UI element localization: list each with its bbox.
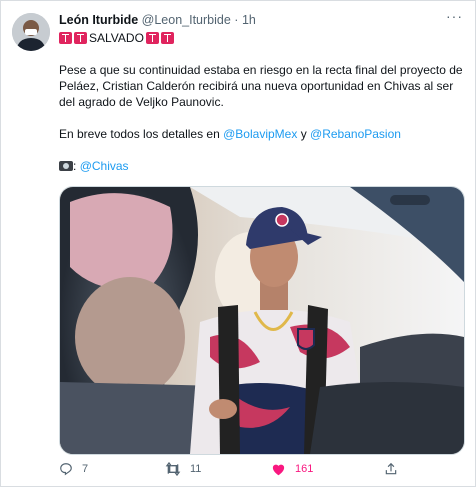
author-handle[interactable]: @Leon_Iturbide [142, 13, 231, 27]
author-avatar[interactable] [12, 13, 50, 51]
retweet-count: 11 [190, 463, 202, 475]
tweet-paragraph: Pese a que su continuidad estaba en ries… [59, 63, 463, 109]
tweet-time[interactable]: 1h [242, 13, 256, 27]
details-prefix: En breve todos los detalles en [59, 127, 220, 141]
tweet-photo[interactable] [59, 186, 465, 455]
share-button[interactable] [384, 462, 398, 476]
mention-bolavipmex[interactable]: @BolavipMex [223, 127, 297, 141]
siren-sign-icon [145, 32, 159, 44]
tweet-actions: 7 11 161 [59, 462, 409, 480]
photo-credit-line: : @Chivas [59, 158, 469, 174]
more-icon[interactable]: ··· [446, 9, 463, 23]
siren-sign-icon [59, 32, 72, 44]
camera-icon [59, 161, 73, 171]
reply-icon [60, 463, 72, 476]
retweet-button[interactable]: 11 [165, 462, 201, 476]
like-button[interactable]: 161 [271, 462, 313, 476]
retweet-icon [165, 462, 181, 476]
tweet-details-line: En breve todos los detalles en @BolavipM… [59, 126, 469, 142]
separator-dot: · [234, 13, 239, 27]
tweet-header: León Iturbide @Leon_Iturbide · 1h [59, 12, 463, 28]
player-photo [60, 187, 464, 454]
avatar-image [12, 13, 50, 51]
tweet-headline: SALVADO [59, 30, 174, 46]
share-icon [385, 462, 397, 475]
heart-icon [272, 464, 285, 476]
siren-sign-icon [160, 32, 174, 44]
mention-rebanopasion[interactable]: @RebanoPasion [310, 127, 401, 141]
siren-sign-icon [74, 32, 87, 44]
headline-text: SALVADO [89, 31, 144, 45]
conjunction: y [300, 127, 307, 141]
reply-button[interactable]: 7 [59, 462, 88, 476]
tweet-card[interactable]: León Iturbide @Leon_Iturbide · 1h ··· SA… [0, 0, 476, 487]
like-count: 161 [295, 463, 314, 475]
reply-count: 7 [82, 463, 89, 475]
mention-chivas[interactable]: @Chivas [80, 159, 129, 173]
author-name[interactable]: León Iturbide [59, 13, 138, 27]
